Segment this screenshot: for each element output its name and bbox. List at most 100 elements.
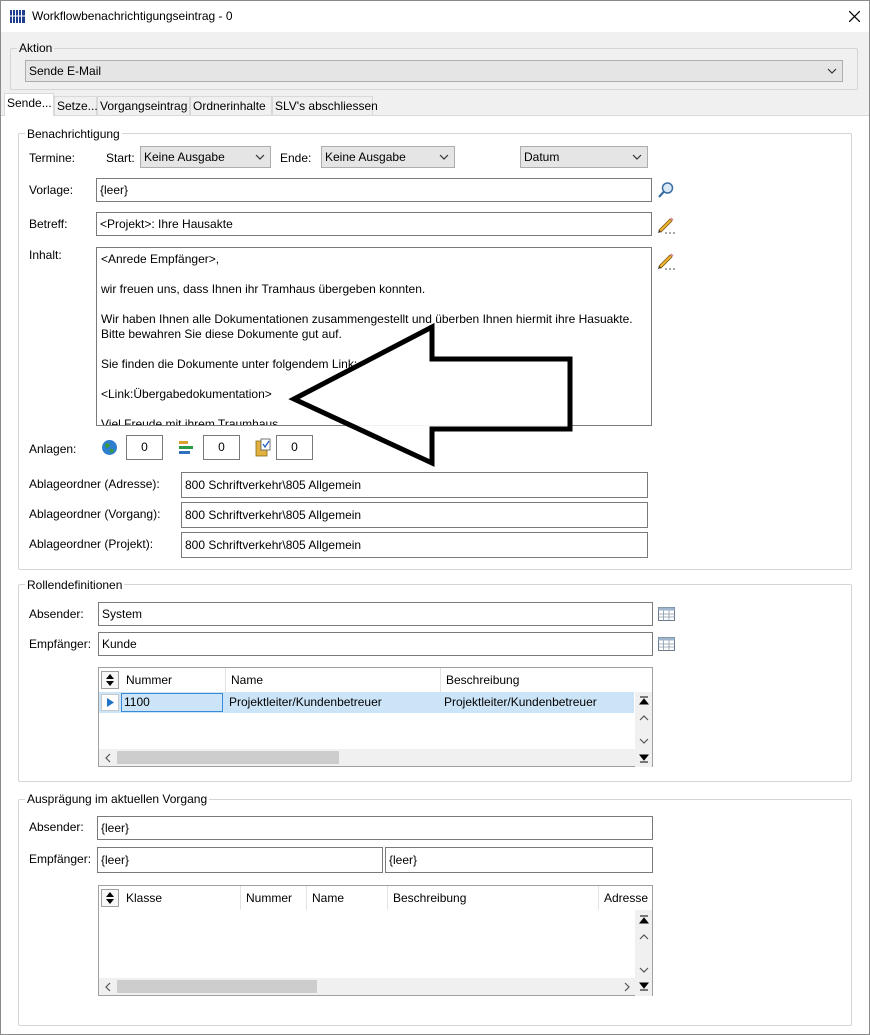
ende-label: Ende: [280,151,312,165]
scroll-top-icon[interactable] [635,911,652,928]
sort-button[interactable] [101,889,119,907]
auspraegung-group-label: Ausprägung im aktuellen Vorgang [25,792,210,806]
rollen-empfaenger-label: Empfänger: [29,637,92,651]
col-header-name[interactable]: Name [226,668,441,692]
col-header-nummer[interactable]: Nummer [121,668,226,692]
rollen-horizontal-scrollbar[interactable] [99,749,635,766]
auspraegung-empfaenger-value-2: {leer} [389,853,418,867]
start-select[interactable]: Keine Ausgabe [140,146,271,168]
scroll-right-icon[interactable] [618,978,635,995]
anlagen-count-folder[interactable]: 0 [276,435,313,460]
rollen-absender-field[interactable]: System [98,602,653,626]
tab-slv-abschliessen[interactable]: SLV's abschliessen [272,96,378,115]
benachrichtigung-group-label: Benachrichtigung [25,127,122,141]
col-header-beschreibung[interactable]: Beschreibung [388,886,599,910]
app-icon [10,10,25,23]
auspraegung-empfaenger-label: Empfänger: [29,852,92,866]
datum-select[interactable]: Datum [520,146,648,168]
scroll-left-icon[interactable] [99,978,116,995]
chevron-down-icon [255,154,265,160]
table-icon[interactable] [658,637,675,654]
ende-select[interactable]: Keine Ausgabe [321,146,455,168]
tab-label: Sende... [7,96,52,110]
ende-select-value: Keine Ausgabe [325,150,406,164]
col-header-beschreibung[interactable]: Beschreibung [441,668,634,692]
col-header-nummer[interactable]: Nummer [241,886,307,910]
anlagen-count-list[interactable]: 0 [203,435,240,460]
close-button[interactable] [839,1,869,32]
sort-icon [106,892,114,904]
ablage-vorgang-field[interactable]: 800 Schriftverkehr\805 Allgemein [181,502,648,528]
vorlage-field[interactable]: {leer} [96,178,652,202]
auspraegung-absender-value: {leer} [101,821,130,835]
chevron-down-icon [827,68,837,74]
start-label: Start: [106,151,135,165]
termine-label: Termine: [29,151,76,165]
vorlage-label: Vorlage: [29,183,74,197]
rollen-group-label: Rollendefinitionen [25,578,125,592]
annotation-arrow [288,322,573,467]
tab-sende[interactable]: Sende... [4,93,54,116]
globe-icon[interactable] [101,439,118,459]
pencil-icon[interactable] [656,251,675,273]
rollen-vertical-scrollbar[interactable] [635,692,652,767]
tab-setze[interactable]: Setze... [54,96,98,115]
tab-label: Vorgangseintrag [100,99,188,113]
auspraegung-horizontal-scrollbar[interactable] [99,978,635,995]
scroll-left-icon[interactable] [99,749,116,766]
anlagen-count-web[interactable]: 0 [126,435,163,460]
auspraegung-empfaenger-field-1[interactable]: {leer} [97,847,383,873]
search-icon[interactable] [657,181,675,202]
list-icon[interactable] [179,440,196,459]
sort-button[interactable] [101,671,119,689]
auspraegung-vertical-scrollbar[interactable] [635,910,652,996]
scroll-down-icon[interactable] [635,961,652,978]
aktion-select[interactable]: Sende E-Mail [25,60,843,82]
cell-nummer[interactable]: 1100 [121,693,223,712]
pencil-icon[interactable] [656,215,675,237]
tab-ordnerinhalte[interactable]: Ordnerinhalte [190,96,272,115]
scroll-bottom-icon[interactable] [635,750,652,767]
auspraegung-absender-field[interactable]: {leer} [97,816,653,840]
tab-vorgangseintrag[interactable]: Vorgangseintrag [97,96,190,115]
table-icon[interactable] [658,607,675,624]
chevron-down-icon [632,154,642,160]
scroll-down-icon[interactable] [635,732,652,749]
scroll-top-icon[interactable] [635,692,652,709]
tab-label: Setze... [57,99,98,113]
aktion-select-value: Sende E-Mail [29,64,102,78]
ablage-adresse-field[interactable]: 800 Schriftverkehr\805 Allgemein [181,472,648,498]
close-icon [849,11,860,22]
inhalt-line: <Anrede Empfänger>, [101,252,220,266]
datum-select-value: Datum [524,150,560,164]
col-header-klasse[interactable]: Klasse [121,886,241,910]
auspraegung-empfaenger-field-2[interactable]: {leer} [385,847,653,873]
auspraegung-grid: Klasse Nummer Name Beschreibung Adresse [98,885,653,996]
scroll-bottom-icon[interactable] [635,978,652,995]
ablage-projekt-field[interactable]: 800 Schriftverkehr\805 Allgemein [181,532,648,558]
cell-name[interactable]: Projektleiter/Kundenbetreuer [229,692,382,713]
table-row[interactable]: 1100 Projektleiter/Kundenbetreuer Projek… [99,692,634,713]
scroll-up-icon[interactable] [635,928,652,945]
col-header-adresse[interactable]: Adresse [599,886,652,910]
scroll-thumb[interactable] [117,980,317,993]
auspraegung-empfaenger-value-1: {leer} [101,853,130,867]
ablage-vorgang-value: 800 Schriftverkehr\805 Allgemein [185,508,362,522]
rollen-grid: Nummer Name Beschreibung 1100 Projektlei… [98,667,653,767]
scroll-up-icon[interactable] [635,709,652,726]
sort-icon [106,674,114,686]
ablage-adresse-label: Ablageordner (Adresse): [29,477,160,491]
col-header-name[interactable]: Name [307,886,388,910]
scroll-thumb[interactable] [117,751,339,764]
rollen-empfaenger-field[interactable]: Kunde [98,632,653,656]
anlagen-label: Anlagen: [29,442,77,456]
ablage-projekt-label: Ablageordner (Projekt): [29,537,154,551]
inhalt-label: Inhalt: [29,248,62,262]
aktion-group-label: Aktion [17,41,55,55]
cell-beschreibung[interactable]: Projektleiter/Kundenbetreuer [444,692,597,713]
auspraegung-absender-label: Absender: [29,820,84,834]
folder-check-icon[interactable] [255,438,272,460]
betreff-field[interactable]: <Projekt>: Ihre Hausakte [96,212,652,236]
betreff-label: Betreff: [29,217,68,231]
dialog-window: Workflowbenachrichtigungseintrag - 0 Akt… [0,0,870,1035]
